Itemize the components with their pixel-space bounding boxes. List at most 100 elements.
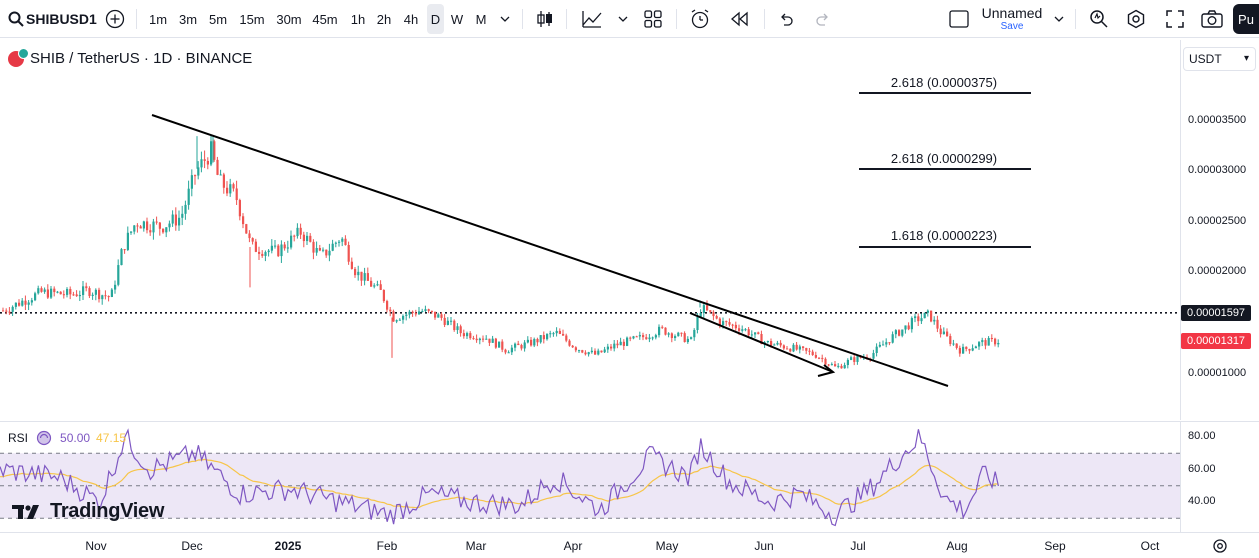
- candles: [2, 134, 1000, 369]
- price-chart[interactable]: [0, 40, 1180, 420]
- candle-body: [357, 271, 360, 276]
- publish-button[interactable]: Pu: [1233, 4, 1259, 34]
- candle-body: [680, 332, 683, 334]
- candle-body: [328, 250, 331, 256]
- candle-body: [338, 241, 341, 243]
- candle-body: [856, 355, 859, 362]
- compare-add-icon[interactable]: [102, 4, 128, 34]
- tradingview-logo[interactable]: TradingView: [12, 500, 164, 523]
- interval-w[interactable]: W: [447, 4, 467, 34]
- candle-body: [520, 345, 523, 349]
- interval-m[interactable]: M: [471, 4, 491, 34]
- interval-5m[interactable]: 5m: [206, 4, 230, 34]
- candles-icon[interactable]: [532, 4, 558, 34]
- interval-2h[interactable]: 2h: [372, 4, 396, 34]
- candle-body: [635, 336, 638, 338]
- layout-grid-icon[interactable]: [640, 4, 666, 34]
- chevron-down-icon[interactable]: [496, 4, 514, 34]
- interval-1h[interactable]: 1h: [346, 4, 370, 34]
- candle-body: [533, 338, 536, 346]
- candle-body: [386, 301, 389, 310]
- candle-body: [187, 188, 190, 205]
- candle-body: [571, 345, 574, 348]
- camera-icon[interactable]: [1198, 4, 1226, 34]
- candle-body: [901, 329, 904, 336]
- candle-body: [66, 288, 69, 295]
- chart-legend-title[interactable]: SHIB / TetherUS · 1D · BINANCE: [30, 50, 252, 67]
- settings-icon[interactable]: [1122, 4, 1150, 34]
- search-icon[interactable]: [4, 4, 28, 34]
- currency-select[interactable]: USDT ▾: [1183, 47, 1256, 71]
- candle-body: [994, 338, 997, 345]
- interval-1m[interactable]: 1m: [146, 4, 170, 34]
- chevron-down-icon[interactable]: [614, 4, 632, 34]
- candle-body: [840, 365, 843, 369]
- candle-body: [363, 273, 366, 281]
- candle-body: [245, 224, 248, 234]
- candle-body: [366, 273, 369, 281]
- candle-body: [597, 350, 600, 355]
- candle-body: [408, 311, 411, 315]
- candle-body: [318, 247, 321, 251]
- candle-body: [837, 365, 840, 367]
- candle-body: [750, 334, 753, 336]
- candle-body: [638, 335, 641, 337]
- interval-d[interactable]: D: [427, 4, 444, 34]
- time-label: Mar: [465, 539, 487, 553]
- time-label: Oct: [1140, 539, 1160, 553]
- quick-search-icon[interactable]: [1085, 4, 1113, 34]
- last-price-tag: 0.00001317: [1181, 333, 1251, 349]
- candle-body: [987, 337, 990, 346]
- indicators-icon[interactable]: [578, 4, 606, 34]
- interval-15m[interactable]: 15m: [236, 4, 268, 34]
- chevron-down-icon[interactable]: [1050, 4, 1068, 34]
- layout-name-button[interactable]: Unnamed Save: [978, 3, 1046, 35]
- candle-body: [222, 174, 225, 188]
- candle-body: [379, 284, 382, 290]
- interval-30m[interactable]: 30m: [273, 4, 305, 34]
- candle-body: [114, 284, 117, 290]
- candle-body: [584, 352, 587, 355]
- candle-body: [334, 242, 337, 244]
- fullscreen-icon[interactable]: [1161, 4, 1189, 34]
- candle-body: [190, 175, 193, 189]
- alert-icon[interactable]: [686, 4, 714, 34]
- redo-icon[interactable]: [810, 4, 836, 34]
- candle-body: [168, 223, 171, 228]
- interval-3m[interactable]: 3m: [176, 4, 200, 34]
- rsi-name[interactable]: RSI: [8, 431, 28, 445]
- candle-body: [469, 333, 472, 339]
- price-chart-pane[interactable]: [0, 40, 1180, 420]
- rsi-pane[interactable]: [0, 421, 1180, 532]
- rsi-chart[interactable]: [0, 422, 1180, 533]
- candle-body: [498, 341, 501, 348]
- undo-icon[interactable]: [773, 4, 799, 34]
- candle-body: [242, 216, 245, 225]
- interval-45m[interactable]: 45m: [309, 4, 341, 34]
- candle-body: [894, 330, 897, 335]
- symbol-search-button[interactable]: SHIBUSD1: [26, 4, 97, 34]
- candle-body: [664, 327, 667, 335]
- candle-body: [706, 305, 709, 311]
- candle-body: [443, 317, 446, 325]
- candle-body: [661, 326, 664, 328]
- candle-body: [629, 337, 632, 339]
- layout-checkbox-icon[interactable]: [946, 4, 972, 34]
- candle-body: [376, 284, 379, 286]
- rsi-settings-icon[interactable]: [36, 430, 52, 446]
- candle-body: [654, 335, 657, 338]
- candle-body: [341, 238, 344, 242]
- candle-body: [235, 188, 238, 201]
- candle-body: [686, 338, 689, 343]
- replay-icon[interactable]: [726, 4, 754, 34]
- interval-4h[interactable]: 4h: [399, 4, 423, 34]
- candle-body: [194, 175, 197, 177]
- axis-settings-icon[interactable]: [1210, 536, 1230, 556]
- candle-body: [24, 300, 27, 305]
- candle-body: [373, 285, 376, 287]
- price-scale[interactable]: [1180, 40, 1259, 420]
- candle-body: [926, 310, 929, 313]
- candle-body: [440, 314, 443, 318]
- candle-body: [923, 312, 926, 319]
- candle-body: [824, 358, 827, 365]
